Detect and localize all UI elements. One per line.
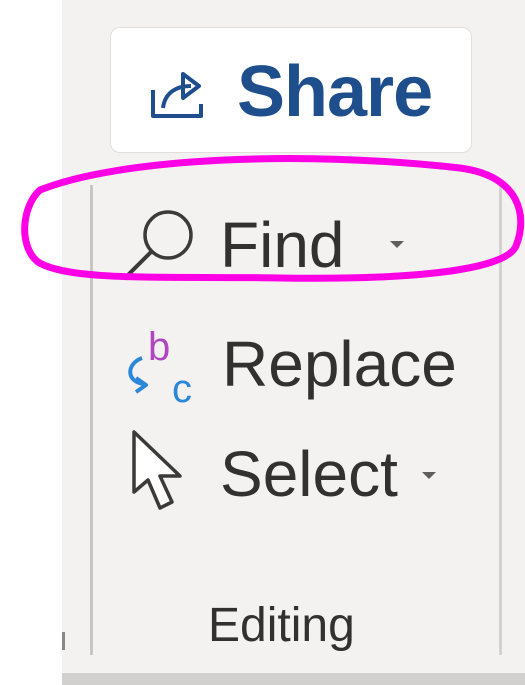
select-button[interactable]: Select (120, 420, 490, 510)
group-divider-right (499, 185, 502, 655)
replace-icon-letter-c: c (172, 367, 192, 408)
replace-label: Replace (222, 328, 457, 400)
group-divider-left (90, 185, 93, 655)
share-label: Share (237, 52, 433, 132)
find-label: Find (220, 209, 345, 281)
find-button[interactable]: Find (120, 195, 490, 285)
replace-button[interactable]: b c Replace (120, 318, 490, 408)
select-label: Select (220, 438, 398, 510)
ribbon-bottom-border (62, 673, 525, 685)
pointer-icon (132, 430, 182, 510)
share-button[interactable]: Share (110, 27, 472, 153)
replace-icon-letter-b: b (148, 325, 170, 369)
group-label-editing: Editing (208, 599, 355, 652)
group-separator-mark (62, 632, 65, 650)
find-dropdown-caret[interactable] (390, 241, 404, 248)
share-icon (151, 72, 203, 118)
replace-icon: b c (128, 325, 192, 408)
magnifier-icon (126, 210, 193, 277)
select-dropdown-caret[interactable] (422, 472, 436, 479)
ribbon-editing-region: Share Find b c Replace Select Editing (0, 0, 525, 685)
